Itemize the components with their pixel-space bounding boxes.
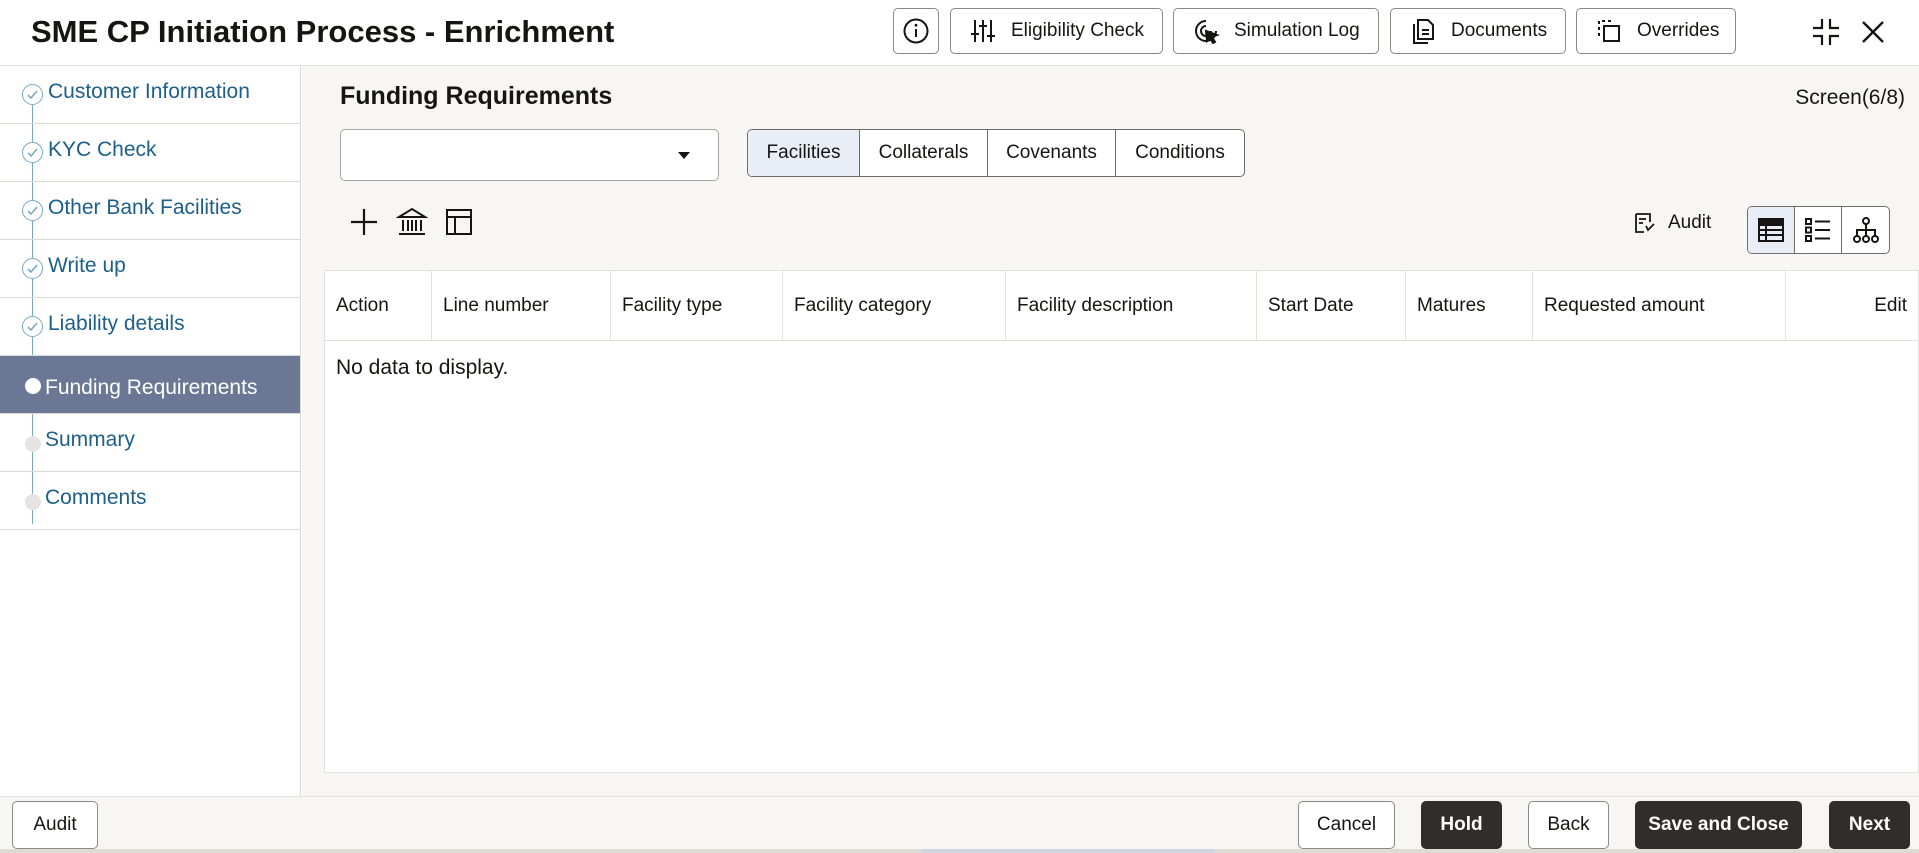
section-title: Funding Requirements [340,82,613,110]
layout-button[interactable] [441,204,477,240]
pending-step-dot-icon [25,494,41,510]
audit-button[interactable]: Audit [12,801,98,849]
step-comments[interactable]: Comments [0,472,300,530]
column-facility-description[interactable]: Facility description [1006,271,1257,341]
save-and-close-button[interactable]: Save and Close [1635,801,1802,849]
step-label: Comments [45,486,147,509]
step-label: Customer Information [48,80,250,103]
hierarchy-view-button[interactable] [1842,207,1889,253]
current-step-dot-icon [25,378,41,394]
step-kyc-check[interactable]: KYC Check [0,124,300,182]
tab-collaterals[interactable]: Collaterals [860,130,988,176]
tab-covenants[interactable]: Covenants [988,130,1116,176]
documents-label: Documents [1451,20,1548,41]
empty-table-message: No data to display. [336,356,509,379]
app-header: SME CP Initiation Process - Enrichment E… [0,0,1919,66]
taskbar-tab[interactable] [921,849,1215,853]
list-view-icon [1805,218,1830,242]
step-navigation: Customer Information KYC Check Other Ban… [0,66,301,796]
cursor-click-icon [1195,20,1220,45]
eligibility-check-button[interactable]: Eligibility Check [950,8,1163,54]
step-label: Summary [45,428,135,451]
column-edit[interactable]: Edit [1786,271,1919,341]
tab-conditions[interactable]: Conditions [1116,130,1244,176]
caret-down-icon [678,152,690,159]
column-facility-category[interactable]: Facility category [783,271,1006,341]
section-tabs: Facilities Collaterals Covenants Conditi… [747,129,1245,177]
step-label: Liability details [48,312,185,335]
overrides-icon [1598,20,1620,42]
layout-icon [446,209,472,235]
simulation-log-label: Simulation Log [1234,20,1360,41]
add-icon [351,209,377,235]
tab-facilities[interactable]: Facilities [748,130,860,176]
facility-select[interactable] [340,129,719,181]
next-button[interactable]: Next [1829,801,1910,849]
facilities-table: Action Line number Facility type Facilit… [324,270,1919,773]
page-title: SME CP Initiation Process - Enrichment [31,14,615,49]
footer-bar: Audit Cancel Hold Back Save and Close Ne… [0,796,1919,853]
check-circle-icon [22,258,43,279]
info-icon [903,18,929,44]
step-label: Funding Requirements [45,376,258,399]
step-funding-requirements[interactable]: Funding Requirements [0,356,300,414]
list-view-button[interactable] [1795,207,1842,253]
check-circle-icon [22,200,43,221]
step-summary[interactable]: Summary [0,414,300,472]
close-button[interactable] [1853,12,1893,52]
back-button[interactable]: Back [1528,801,1609,849]
eligibility-check-label: Eligibility Check [1011,20,1145,41]
close-icon [1862,21,1884,43]
overrides-button[interactable]: Overrides [1576,8,1736,54]
screen-counter: Screen(6/8) [1795,86,1905,109]
step-label: Other Bank Facilities [48,196,242,219]
check-circle-icon [22,84,43,105]
info-button[interactable] [893,8,939,54]
check-circle-icon [22,142,43,163]
table-header: Action Line number Facility type Facilit… [325,271,1918,341]
column-facility-type[interactable]: Facility type [611,271,783,341]
column-line-number[interactable]: Line number [432,271,611,341]
hierarchy-view-icon [1852,217,1879,243]
sliders-icon [971,20,995,42]
step-label: KYC Check [48,138,157,161]
collapse-button[interactable] [1806,12,1846,52]
add-button[interactable] [346,204,382,240]
check-circle-icon [22,316,43,337]
bank-button[interactable] [394,204,430,240]
hold-button[interactable]: Hold [1421,801,1502,849]
view-toggle [1747,206,1890,254]
column-start-date[interactable]: Start Date [1257,271,1406,341]
column-action[interactable]: Action [325,271,432,341]
step-customer-information[interactable]: Customer Information [0,66,300,124]
documents-button[interactable]: Documents [1390,8,1566,54]
overrides-label: Overrides [1637,20,1720,41]
cancel-button[interactable]: Cancel [1298,801,1395,849]
document-icon [1413,19,1434,44]
column-matures[interactable]: Matures [1406,271,1533,341]
column-requested-amount[interactable]: Requested amount [1533,271,1786,341]
step-liability-details[interactable]: Liability details [0,298,300,356]
table-view-button[interactable] [1748,207,1795,253]
step-label: Write up [48,254,126,277]
audit-link-label: Audit [1668,212,1712,233]
collapse-icon [1813,19,1839,45]
step-write-up[interactable]: Write up [0,240,300,298]
table-view-icon [1758,218,1784,242]
audit-link[interactable]: Audit [1632,206,1711,240]
step-other-bank-facilities[interactable]: Other Bank Facilities [0,182,300,240]
main-content: Funding Requirements Screen(6/8) Facilit… [302,66,1919,796]
simulation-log-button[interactable]: Simulation Log [1173,8,1379,54]
audit-icon [1635,213,1655,233]
pending-step-dot-icon [25,436,41,452]
bank-icon [396,207,428,235]
